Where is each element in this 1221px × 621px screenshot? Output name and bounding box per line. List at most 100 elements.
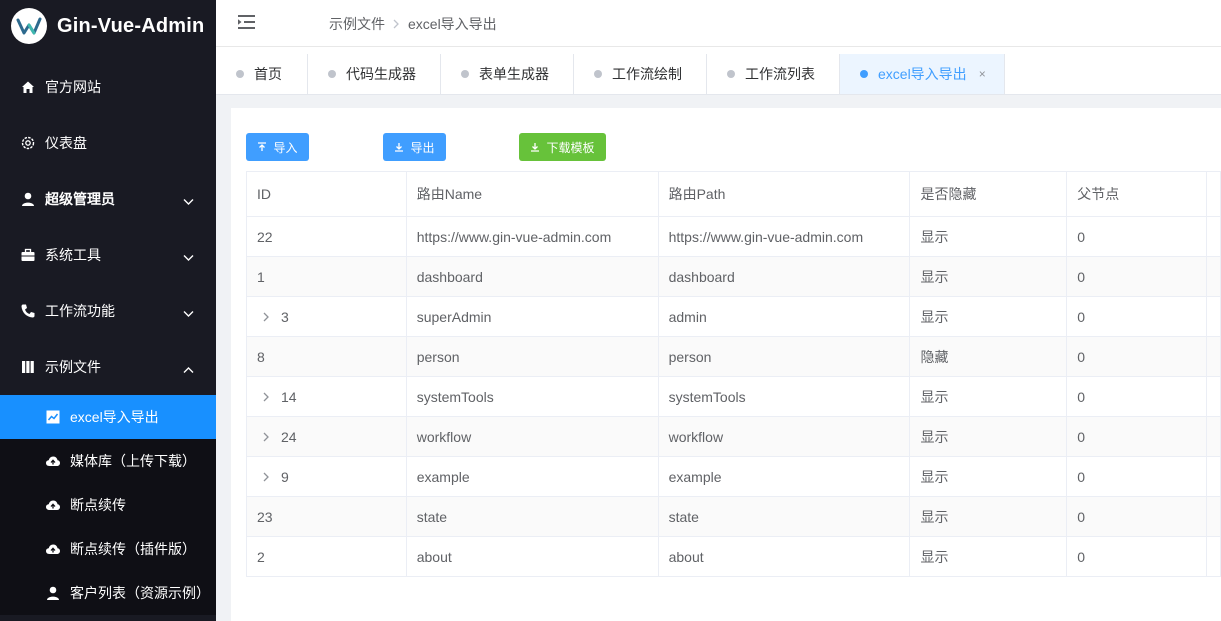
- table-row[interactable]: 8 person person 隐藏 0: [246, 336, 1221, 377]
- logo-icon: [11, 8, 47, 44]
- top-header: 示例文件 excel导入导出: [216, 0, 1221, 47]
- cell-parent: 0: [1066, 216, 1207, 257]
- export-button[interactable]: 导出: [383, 133, 446, 161]
- cell-overflow: [1206, 256, 1221, 297]
- table-row[interactable]: 23 state state 显示 0: [246, 496, 1221, 537]
- cell-path: example: [657, 456, 911, 497]
- cell-id[interactable]: 3: [246, 296, 407, 337]
- sidebar-item-workflow[interactable]: 工作流功能: [0, 283, 216, 339]
- gear-icon: [20, 135, 36, 151]
- sidebar-item-super-admin[interactable]: 超级管理员: [0, 171, 216, 227]
- cell-parent: 0: [1066, 536, 1207, 577]
- sidebar-item-dashboard[interactable]: 仪表盘: [0, 115, 216, 171]
- tab-workflow-draw[interactable]: 工作流绘制: [574, 54, 707, 94]
- sidebar-subitem-media-library[interactable]: 媒体库（上传下载）: [0, 439, 216, 483]
- expand-arrow-icon[interactable]: [263, 389, 275, 405]
- tab-home[interactable]: 首页: [216, 54, 308, 94]
- cell-parent: 0: [1066, 416, 1207, 457]
- sidebar-item-official-site[interactable]: 官方网站: [0, 59, 216, 115]
- breadcrumb-parent[interactable]: 示例文件: [329, 14, 385, 34]
- cell-path: person: [657, 336, 911, 377]
- tab-dot-icon: [594, 70, 602, 78]
- cell-name: dashboard: [405, 256, 659, 297]
- sidebar-item-label: 官方网站: [45, 79, 101, 95]
- cell-overflow: [1206, 296, 1221, 337]
- sidebar-item-system-tools[interactable]: 系统工具: [0, 227, 216, 283]
- table-row[interactable]: 24 workflow workflow 显示 0: [246, 416, 1221, 457]
- tab-label: 工作流绘制: [612, 66, 682, 82]
- table-row[interactable]: 9 example example 显示 0: [246, 456, 1221, 497]
- tab-workflow-list[interactable]: 工作流列表: [707, 54, 840, 94]
- cell-overflow: [1206, 336, 1221, 377]
- column-header-id: ID: [246, 171, 407, 217]
- download-icon: [530, 142, 540, 152]
- sidebar-item-label: 超级管理员: [45, 191, 115, 207]
- chart-icon: [45, 409, 61, 425]
- cell-hidden: 显示: [909, 456, 1068, 497]
- column-header-hidden: 是否隐藏: [909, 171, 1068, 217]
- cell-overflow: [1206, 456, 1221, 497]
- sidebar: Gin-Vue-Admin 官方网站 仪表盘 超级管理员 系统工具 工作流功能 …: [0, 0, 216, 621]
- table-row[interactable]: 14 systemTools systemTools 显示 0: [246, 376, 1221, 417]
- cell-overflow: [1206, 536, 1221, 577]
- cell-id-text: 9: [281, 468, 289, 485]
- tab-form-generator[interactable]: 表单生成器: [441, 54, 574, 94]
- sidebar-subitem-resume-upload-plugin[interactable]: 断点续传（插件版）: [0, 527, 216, 571]
- cell-path: https://www.gin-vue-admin.com: [657, 216, 911, 257]
- sidebar-item-examples[interactable]: 示例文件: [0, 339, 216, 395]
- tab-dot-icon: [461, 70, 469, 78]
- table-row[interactable]: 22 https://www.gin-vue-admin.com https://w…: [246, 216, 1221, 257]
- cloud-upload-icon: [45, 541, 61, 557]
- cell-path: state: [657, 496, 911, 537]
- tab-dot-icon: [328, 70, 336, 78]
- tab-excel[interactable]: excel导入导出 ×: [840, 54, 1005, 94]
- cell-hidden: 显示: [909, 416, 1068, 457]
- cell-name: person: [405, 336, 659, 377]
- cell-parent: 0: [1066, 456, 1207, 497]
- cell-id[interactable]: 24: [246, 416, 407, 457]
- logo[interactable]: Gin-Vue-Admin: [0, 0, 216, 52]
- sidebar-item-label: 示例文件: [45, 359, 101, 375]
- sidebar-subitem-excel[interactable]: excel导入导出: [0, 395, 216, 439]
- close-icon[interactable]: ×: [979, 67, 986, 81]
- cell-id: 22: [246, 216, 407, 257]
- cell-overflow: [1206, 416, 1221, 457]
- tab-label: 工作流列表: [745, 66, 815, 82]
- sidebar-subitem-label: excel导入导出: [70, 409, 159, 425]
- cell-hidden: 显示: [909, 296, 1068, 337]
- home-icon: [20, 79, 36, 95]
- tab-dot-icon: [236, 70, 244, 78]
- cell-path: about: [657, 536, 911, 577]
- table-header-row: ID 路由Name 路由Path 是否隐藏 父节点: [246, 171, 1221, 217]
- cell-id[interactable]: 9: [246, 456, 407, 497]
- breadcrumb-separator-icon: [393, 16, 400, 32]
- tab-label: excel导入导出: [878, 66, 967, 82]
- cell-path: systemTools: [657, 376, 911, 417]
- tab-code-generator[interactable]: 代码生成器: [308, 54, 441, 94]
- cell-path: workflow: [657, 416, 911, 457]
- tab-label: 表单生成器: [479, 66, 549, 82]
- cell-hidden: 显示: [909, 496, 1068, 537]
- download-template-button[interactable]: 下载模板: [519, 133, 606, 161]
- import-button[interactable]: 导入: [246, 133, 309, 161]
- sidebar-subitem-customer-list[interactable]: 客户列表（资源示例）: [0, 571, 216, 615]
- sidebar-subitem-resume-upload[interactable]: 断点续传: [0, 483, 216, 527]
- cell-hidden: 显示: [909, 216, 1068, 257]
- column-header-more: [1206, 171, 1221, 217]
- cell-id: 1: [246, 256, 407, 297]
- table-row[interactable]: 1 dashboard dashboard 显示 0: [246, 256, 1221, 297]
- expand-arrow-icon[interactable]: [263, 429, 275, 445]
- menu-fold-icon[interactable]: [238, 14, 256, 33]
- table-row[interactable]: 3 superAdmin admin 显示 0: [246, 296, 1221, 337]
- cell-id: 23: [246, 496, 407, 537]
- cell-name: state: [405, 496, 659, 537]
- table-row[interactable]: 2 about about 显示 0: [246, 536, 1221, 577]
- expand-arrow-icon[interactable]: [263, 309, 275, 325]
- expand-arrow-icon[interactable]: [263, 469, 275, 485]
- cell-id-text: 14: [281, 388, 297, 405]
- sidebar-item-label: 系统工具: [45, 247, 101, 263]
- cell-id[interactable]: 14: [246, 376, 407, 417]
- cell-id: 8: [246, 336, 407, 377]
- cell-parent: 0: [1066, 336, 1207, 377]
- cell-id-text: 2: [257, 548, 265, 565]
